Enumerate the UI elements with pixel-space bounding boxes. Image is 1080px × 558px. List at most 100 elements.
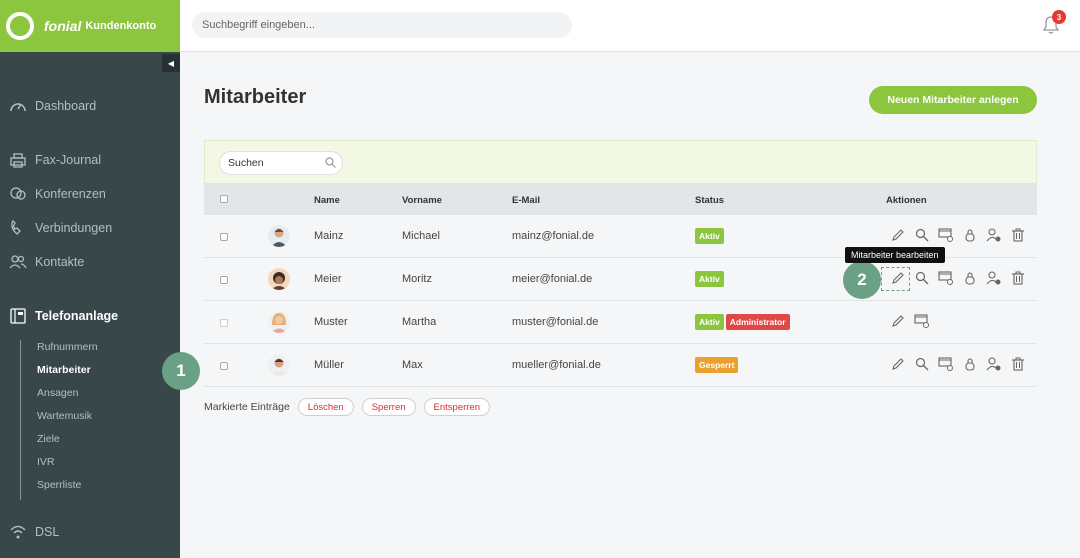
status-badge-aktiv: Aktiv — [695, 271, 724, 287]
sidebar-item-label: Telefonanlage — [35, 309, 119, 323]
lock-icon[interactable] — [962, 270, 978, 286]
trash-icon[interactable] — [1010, 227, 1026, 243]
device-assign-icon[interactable] — [914, 313, 930, 329]
filter-bar — [204, 140, 1037, 184]
cell-status: Aktiv Administrator — [695, 314, 792, 330]
cell-name: Muster — [314, 316, 348, 328]
row-checkbox[interactable] — [220, 319, 228, 327]
step-marker-1: 1 — [162, 352, 200, 390]
status-badge-aktiv: Aktiv — [695, 314, 724, 330]
column-header-name: Name — [314, 195, 340, 206]
device-assign-icon[interactable] — [938, 270, 954, 286]
bulk-block-button[interactable]: Sperren — [361, 398, 416, 416]
cell-status: Aktiv — [695, 228, 726, 244]
sidebar-item-label: Fax-Journal — [35, 153, 101, 167]
employee-table: Name Vorname E-Mail Status Aktionen Main… — [204, 140, 1037, 387]
trash-icon[interactable] — [1010, 270, 1026, 286]
row-checkbox[interactable] — [220, 233, 228, 241]
column-header-aktionen: Aktionen — [886, 195, 927, 206]
bulk-unblock-button[interactable]: Entsperren — [423, 398, 491, 416]
brand-name: fonial — [44, 18, 82, 34]
subnav-item-ivr[interactable]: IVR — [37, 455, 98, 478]
cell-status: Aktiv — [695, 271, 726, 287]
cell-vorname: Martha — [402, 316, 437, 328]
printer-icon — [8, 150, 28, 170]
trash-icon[interactable] — [1010, 356, 1026, 372]
column-header-status: Status — [695, 195, 725, 206]
telefonanlage-subnav: Rufnummern Mitarbeiter Ansagen Wartemusi… — [20, 340, 98, 500]
notification-count: 3 — [1052, 10, 1066, 24]
chat-bubbles-icon — [8, 184, 28, 204]
select-all-checkbox[interactable] — [220, 195, 228, 203]
edit-tooltip: Mitarbeiter bearbeiten — [845, 247, 945, 263]
cell-status: Gesperrt — [695, 357, 740, 373]
table-row: Muster Martha muster@fonial.de Aktiv Admi… — [204, 301, 1037, 344]
sidebar-item-telefonanlage[interactable]: Telefonanlage — [8, 306, 118, 326]
row-actions — [890, 313, 938, 329]
row-checkbox[interactable] — [220, 362, 228, 370]
sidebar: ◀ Dashboard Fax-Journal Konferenzen Verb… — [0, 52, 180, 558]
page-title: Mitarbeiter — [204, 86, 307, 108]
switchboard-icon — [8, 306, 28, 326]
subnav-item-rufnummern[interactable]: Rufnummern — [37, 340, 98, 363]
subnav-item-mitarbeiter[interactable]: Mitarbeiter — [37, 363, 98, 386]
device-assign-icon[interactable] — [938, 227, 954, 243]
avatar — [268, 268, 290, 290]
bulk-actions-label: Markierte Einträge — [204, 401, 290, 413]
new-employee-button[interactable]: Neuen Mitarbeiter anlegen — [869, 86, 1037, 114]
user-settings-icon[interactable] — [986, 270, 1002, 286]
lock-icon[interactable] — [962, 227, 978, 243]
collapse-sidebar-button[interactable]: ◀ — [162, 54, 180, 72]
column-header-email: E-Mail — [512, 195, 540, 206]
sidebar-item-dashboard[interactable]: Dashboard — [8, 96, 96, 116]
sidebar-item-label: Verbindungen — [35, 221, 113, 235]
device-assign-icon[interactable] — [938, 356, 954, 372]
avatar — [268, 311, 290, 333]
magnifier-icon[interactable] — [914, 356, 930, 372]
subnav-item-ansagen[interactable]: Ansagen — [37, 386, 98, 409]
table-row: Meier Moritz meier@fonial.de Aktiv — [204, 258, 1037, 301]
cell-email: muster@fonial.de — [512, 316, 599, 328]
sidebar-item-verbindungen[interactable]: Verbindungen — [8, 218, 112, 238]
sidebar-item-label: DSL — [35, 525, 60, 539]
notification-bell-icon[interactable]: 3 — [1040, 10, 1066, 36]
highlight-box — [881, 267, 910, 291]
status-badge-aktiv: Aktiv — [695, 228, 724, 244]
table-header: Name Vorname E-Mail Status Aktionen — [204, 184, 1037, 215]
dashboard-icon — [8, 96, 28, 116]
cell-vorname: Max — [402, 359, 423, 371]
edit-pencil-icon[interactable] — [890, 227, 906, 243]
subnav-item-ziele[interactable]: Ziele — [37, 432, 98, 455]
cell-email: mainz@fonial.de — [512, 230, 595, 242]
avatar — [268, 225, 290, 247]
edit-pencil-icon[interactable] — [890, 356, 906, 372]
lock-icon[interactable] — [962, 356, 978, 372]
magnifier-icon[interactable] — [914, 227, 930, 243]
cell-name: Meier — [314, 273, 342, 285]
sidebar-item-dsl[interactable]: DSL — [8, 522, 59, 542]
user-settings-icon[interactable] — [986, 356, 1002, 372]
contacts-icon — [8, 252, 28, 272]
cell-name: Mainz — [314, 230, 344, 242]
bulk-delete-button[interactable]: Löschen — [297, 398, 354, 416]
sidebar-item-kontakte[interactable]: Kontakte — [8, 252, 84, 272]
cell-vorname: Moritz — [402, 273, 432, 285]
row-actions — [890, 270, 1034, 286]
bulk-actions: Markierte Einträge Löschen Sperren Entsp… — [204, 398, 491, 416]
row-actions — [890, 227, 1034, 243]
global-search-input[interactable] — [192, 12, 572, 38]
row-checkbox[interactable] — [220, 276, 228, 284]
sidebar-item-fax-journal[interactable]: Fax-Journal — [8, 150, 101, 170]
subnav-item-wartemusik[interactable]: Wartemusik — [37, 409, 98, 432]
brand-logo[interactable]: fonial Kundenkonto — [0, 0, 180, 52]
wifi-icon — [8, 522, 28, 542]
status-badge-administrator: Administrator — [725, 314, 790, 330]
phone-icon — [8, 218, 28, 238]
magnifier-icon[interactable] — [914, 270, 930, 286]
sidebar-item-konferenzen[interactable]: Konferenzen — [8, 184, 106, 204]
subnav-item-sperrliste[interactable]: Sperrliste — [37, 478, 98, 501]
search-icon — [325, 157, 336, 168]
sidebar-item-label: Kontakte — [35, 255, 85, 269]
user-settings-icon[interactable] — [986, 227, 1002, 243]
edit-pencil-icon[interactable] — [890, 313, 906, 329]
